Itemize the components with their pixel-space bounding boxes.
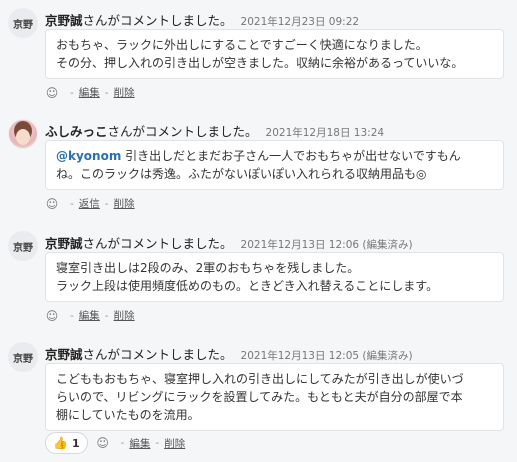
comment-line: その分、押し入れの引き出しが空きました。収納に余裕があるっていいな。 <box>56 56 464 70</box>
comment-author[interactable]: 京野誠 <box>45 236 83 251</box>
comment-header: ふしみっこさんがコメントしました。 2021年12月18日 13:24 <box>45 121 384 140</box>
separator: - <box>120 437 125 449</box>
separator: - <box>104 309 109 322</box>
comment-line: おもちゃ、ラックに外出しにすることですごーく快適になりました。 <box>56 38 428 52</box>
comment-line: らいので、リビングにラックを設置してみた。もともと夫が自分の部屋で本 <box>56 390 463 404</box>
smile-plus-icon[interactable]: ☺ <box>45 309 59 323</box>
delete-link[interactable]: 削除 <box>114 196 135 211</box>
comment-action-text: さんがコメントしました。 <box>82 236 233 251</box>
comment-action-text: さんがコメントしました。 <box>82 13 233 28</box>
separator: - <box>155 437 160 449</box>
comment-footer: ☺ - 編集 - 削除 <box>45 308 135 323</box>
comment-text: 引き出しだとまだお子さん一人でおもちゃが出せないですもん <box>121 149 461 163</box>
comment-timestamp: 2021年12月13日 12:05 (編集済み) <box>240 350 413 362</box>
comment-body: @kyonom 引き出しだとまだお子さん一人でおもちゃが出せないですもん ね。こ… <box>45 140 504 190</box>
comment-author[interactable]: 京野誠 <box>45 347 83 362</box>
comment-timestamp: 2021年12月13日 12:06 (編集済み) <box>240 239 413 251</box>
comment-action-text: さんがコメントしました。 <box>107 124 258 139</box>
comment-header: 京野誠さんがコメントしました。 2021年12月13日 12:06 (編集済み) <box>45 233 413 252</box>
comment-footer: ☺ - 返信 - 削除 <box>45 196 135 211</box>
delete-link[interactable]: 削除 <box>164 436 185 451</box>
comment-line: こどももおもちゃ、寝室押し入れの引き出しにしてみたが引き出しが使いづ <box>56 372 464 386</box>
comment-line: 棚にしていたものを流用。 <box>56 408 200 422</box>
edit-link[interactable]: 編集 <box>129 436 150 451</box>
comment-author[interactable]: ふしみっこ <box>45 124 108 139</box>
separator: - <box>104 86 109 99</box>
reaction-thumbs-up[interactable]: 👍 1 <box>45 432 88 454</box>
delete-link[interactable]: 削除 <box>114 308 135 323</box>
smile-plus-icon[interactable]: ☺ <box>45 86 59 100</box>
comment-timestamp: 2021年12月23日 09:22 <box>240 16 360 28</box>
reaction-count: 1 <box>71 436 80 450</box>
avatar-photo <box>16 129 30 145</box>
avatar[interactable]: 京野 <box>8 8 38 38</box>
reply-link[interactable]: 返信 <box>79 196 100 211</box>
avatar[interactable] <box>8 119 38 149</box>
smile-plus-icon[interactable]: ☺ <box>96 436 110 450</box>
avatar[interactable]: 京野 <box>8 231 38 261</box>
separator: - <box>70 309 74 322</box>
thumbs-up-icon: 👍 <box>53 436 68 450</box>
comment-timestamp: 2021年12月18日 13:24 <box>265 127 385 139</box>
comment-body: おもちゃ、ラックに外出しにすることですごーく快適になりました。 その分、押し入れ… <box>45 29 504 79</box>
comment-body: 寝室引き出しは2段のみ、2軍のおもちゃを残しました。 ラック上段は使用頻度低めの… <box>45 252 504 302</box>
avatar[interactable]: 京野 <box>8 342 38 372</box>
comment-header: 京野誠さんがコメントしました。 2021年12月13日 12:05 (編集済み) <box>45 344 413 363</box>
comment-line: ラック上段は使用頻度低めのもの。ときどき入れ替えることにします。 <box>56 279 439 293</box>
comment-line: @kyonom 引き出しだとまだお子さん一人でおもちゃが出せないですもん <box>56 147 493 165</box>
separator: - <box>104 197 109 210</box>
separator: - <box>70 197 74 210</box>
comment-action-text: さんがコメントしました。 <box>82 347 233 362</box>
mention-link[interactable]: @kyonom <box>56 149 121 163</box>
comment-author[interactable]: 京野誠 <box>45 13 83 28</box>
delete-link[interactable]: 削除 <box>114 85 135 100</box>
comment-footer: 👍 1 ☺ - 編集 - 削除 <box>45 432 185 454</box>
comment-header: 京野誠さんがコメントしました。 2021年12月23日 09:22 <box>45 10 359 29</box>
comment-line: ね。このラックは秀逸。ふたがないぽいぽい入れられる収納用品も◎ <box>56 167 427 181</box>
smile-plus-icon[interactable]: ☺ <box>45 197 59 211</box>
comment-body: こどももおもちゃ、寝室押し入れの引き出しにしてみたが引き出しが使いづ らいので、… <box>45 363 504 431</box>
edit-link[interactable]: 編集 <box>79 308 100 323</box>
comment-footer: ☺ - 編集 - 削除 <box>45 85 135 100</box>
edit-link[interactable]: 編集 <box>79 85 100 100</box>
separator: - <box>70 86 74 99</box>
comment-line: 寝室引き出しは2段のみ、2軍のおもちゃを残しました。 <box>56 261 360 275</box>
